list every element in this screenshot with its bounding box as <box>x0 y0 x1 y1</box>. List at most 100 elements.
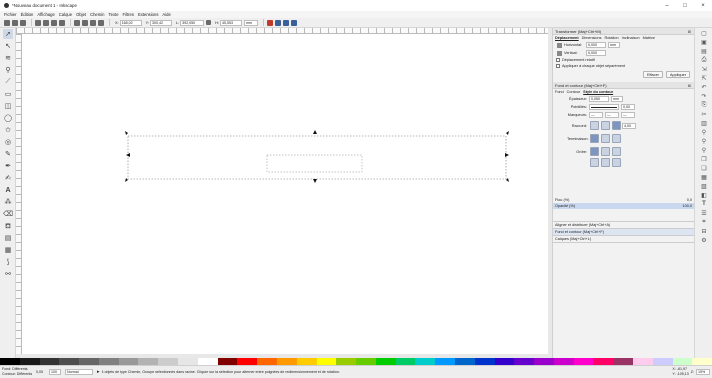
lower-to-bottom-icon[interactable] <box>98 19 104 26</box>
end-marker-select[interactable]: — <box>621 112 635 118</box>
scale-corners-icon[interactable] <box>274 19 281 26</box>
vertical-input[interactable]: 0,000 <box>586 50 606 56</box>
select-all-layers-icon[interactable] <box>12 19 18 26</box>
close-icon[interactable]: ⊠ <box>688 29 691 34</box>
lower-icon[interactable] <box>90 19 96 26</box>
palette-swatch[interactable] <box>454 358 475 365</box>
dash-pattern-select[interactable] <box>589 104 619 110</box>
connector-tool-icon[interactable]: ⚯ <box>3 269 13 279</box>
palette-swatch[interactable] <box>138 358 159 365</box>
x-input[interactable]: 168,02 <box>119 19 142 26</box>
gradient-tool-icon[interactable]: ▤ <box>3 233 13 243</box>
scale-handle-top[interactable] <box>313 130 317 134</box>
preferences-icon[interactable]: ⚙ <box>701 237 707 244</box>
order-normal-icon[interactable] <box>590 147 599 156</box>
dash-offset-input[interactable]: 0,00 <box>621 104 635 110</box>
zoom-input[interactable]: 19% <box>696 369 710 375</box>
tab-stroke-paint[interactable]: Contour <box>567 90 581 94</box>
palette-swatch[interactable] <box>435 358 455 365</box>
scale-handle-bottom[interactable] <box>313 179 317 183</box>
mid-marker-select[interactable]: — <box>605 112 619 118</box>
bucket-tool-icon[interactable]: ⛾ <box>3 221 13 231</box>
palette-swatch[interactable] <box>415 358 436 365</box>
palette-swatch[interactable] <box>494 358 515 365</box>
rotate-ccw-icon[interactable] <box>35 19 41 26</box>
group-icon[interactable]: ▦ <box>701 174 707 181</box>
palette-swatch[interactable] <box>217 358 238 365</box>
menu-file[interactable]: Fichier <box>4 12 17 17</box>
palette-swatch[interactable] <box>98 358 119 365</box>
clear-button[interactable]: Effacer <box>642 71 663 78</box>
tab-fill[interactable]: Fond <box>555 90 564 94</box>
tab-move[interactable]: Déplacement <box>555 36 579 40</box>
tab-matrix[interactable]: Matrice <box>643 36 655 40</box>
palette-swatch[interactable] <box>296 358 317 365</box>
order-markers-fill-icon[interactable] <box>590 158 599 167</box>
dropper-tool-icon[interactable]: ⟆ <box>3 257 13 267</box>
fill-stroke-panel-title[interactable]: Fond et contour (Maj+Ctrl+F) ⊠ <box>553 82 694 89</box>
palette-swatch[interactable] <box>573 358 594 365</box>
3dbox-tool-icon[interactable]: ◫ <box>3 101 13 111</box>
scale-handle-left[interactable] <box>126 153 130 157</box>
width-input[interactable]: 392,050 <box>180 19 205 26</box>
print-icon[interactable]: ⎙ <box>701 57 707 63</box>
palette-swatch[interactable] <box>593 358 614 365</box>
palette-swatch[interactable] <box>613 358 633 365</box>
deselect-icon[interactable] <box>20 19 26 26</box>
palette-swatch[interactable] <box>336 358 357 365</box>
order-stroke-markers-icon[interactable] <box>601 158 610 167</box>
text-tool-icon[interactable]: A <box>3 185 13 195</box>
move-gradients-icon[interactable] <box>282 19 289 26</box>
scale-handle-right[interactable] <box>505 153 509 157</box>
tab-rotate[interactable]: Rotation <box>604 36 618 40</box>
palette-swatch[interactable] <box>237 358 258 365</box>
palette-swatch[interactable] <box>158 358 179 365</box>
layers-icon[interactable]: ☰ <box>701 210 707 217</box>
height-input[interactable]: 45,553 <box>219 19 242 26</box>
cut-icon[interactable]: ✂ <box>701 111 707 118</box>
palette-swatch[interactable] <box>692 358 712 365</box>
spiral-tool-icon[interactable]: ◎ <box>3 137 13 147</box>
star-tool-icon[interactable]: ✩ <box>3 125 13 135</box>
palette-swatch[interactable] <box>257 358 277 365</box>
undo-icon[interactable]: ↶ <box>701 84 707 91</box>
style-indicator[interactable]: Fond: Différents Contour: Différents <box>0 367 34 377</box>
zoom-page-icon[interactable]: ⚲ <box>701 147 707 154</box>
apply-each-checkbox[interactable] <box>556 64 560 68</box>
order-stroke-fill-icon[interactable] <box>601 147 610 156</box>
layers-dock-item[interactable]: Calques (Maj+Ctrl+L) <box>553 235 694 243</box>
scale-handle-top-right[interactable] <box>506 131 509 135</box>
butt-cap-icon[interactable] <box>590 134 599 143</box>
palette-swatch[interactable] <box>395 358 416 365</box>
menu-layer[interactable]: Calque <box>59 12 72 17</box>
menu-help[interactable]: Aide <box>162 12 170 17</box>
copy-icon[interactable]: ⎘ <box>701 102 707 108</box>
align-dock-item[interactable]: Aligner et distribuer (Maj+Ctrl+A) <box>553 221 694 228</box>
apply-button[interactable]: Appliquer <box>665 71 690 78</box>
ellipse-tool-icon[interactable]: ◯ <box>3 113 13 123</box>
scale-handle-top-left[interactable] <box>125 131 128 135</box>
menu-text[interactable]: Texte <box>109 12 119 17</box>
select-all-icon[interactable] <box>4 19 10 26</box>
palette-swatch[interactable] <box>672 358 693 365</box>
move-unit-select[interactable]: mm <box>608 42 620 48</box>
mesh-tool-icon[interactable]: ▦ <box>3 245 13 255</box>
open-icon[interactable]: ▣ <box>701 39 707 46</box>
palette-swatch[interactable] <box>474 358 495 365</box>
scale-stroke-icon[interactable] <box>266 19 273 26</box>
minimize-button[interactable]: – <box>658 0 676 11</box>
y-input[interactable]: 300,42 <box>149 19 172 26</box>
raise-to-top-icon[interactable] <box>74 19 80 26</box>
move-patterns-icon[interactable] <box>290 19 297 26</box>
scale-handle-bottom-right[interactable] <box>506 178 509 182</box>
palette-swatch[interactable] <box>553 358 574 365</box>
maximize-button[interactable]: □ <box>676 0 694 11</box>
square-cap-icon[interactable] <box>612 134 621 143</box>
order-markers-stroke-icon[interactable] <box>612 158 621 167</box>
selector-tool-icon[interactable]: ➚ <box>3 29 13 39</box>
stroke-width-indicator[interactable]: 0,05 <box>36 370 43 374</box>
palette-swatch[interactable] <box>197 358 218 365</box>
tab-stroke-style[interactable]: Style du contour <box>583 90 613 94</box>
round-join-icon[interactable] <box>601 121 610 130</box>
export-icon[interactable]: ⇱ <box>701 75 707 82</box>
